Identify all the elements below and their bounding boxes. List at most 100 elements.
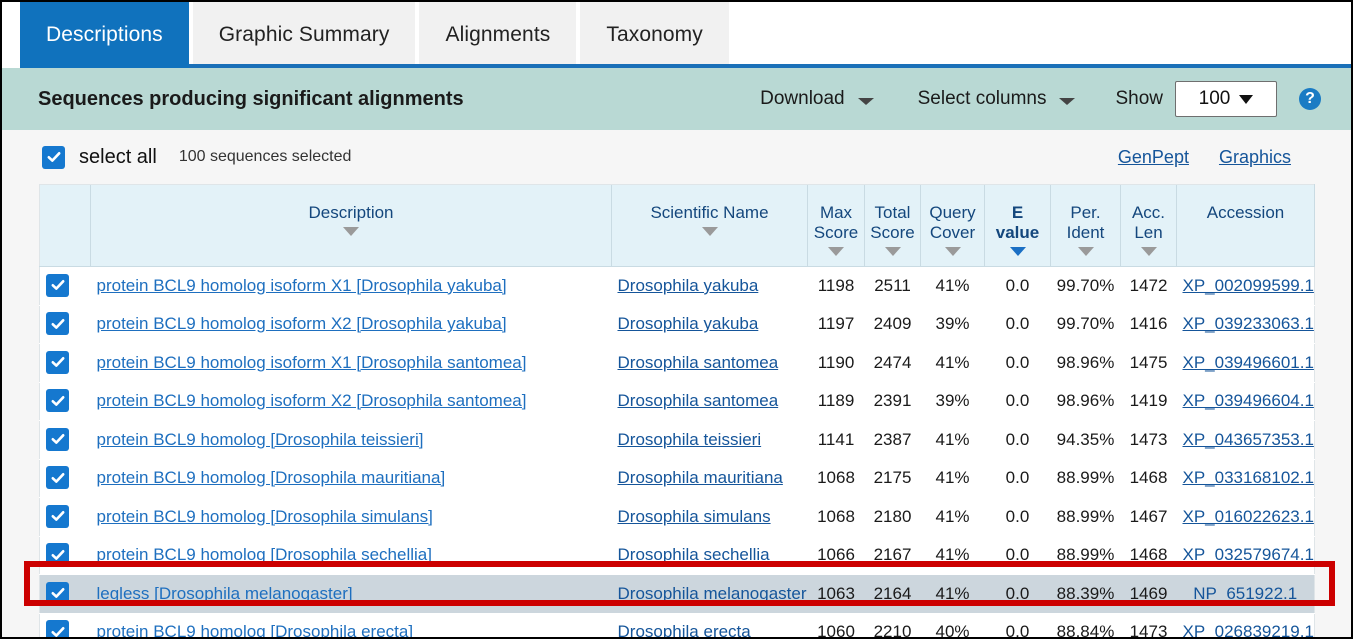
column-header-total-score[interactable]: Total Score [864,184,921,267]
tab-graphic-summary[interactable]: Graphic Summary [192,2,416,68]
row-acc-len: 1473 [1120,420,1177,460]
scientific-name-link[interactable]: Drosophila yakuba [618,314,759,333]
genpept-link[interactable]: GenPept [1118,147,1189,168]
scientific-name-link[interactable]: Drosophila simulans [618,507,771,526]
description-link[interactable]: protein BCL9 homolog [Drosophila sechell… [97,545,432,564]
row-checkbox[interactable] [46,350,69,374]
description-link[interactable]: protein BCL9 homolog [Drosophila erecta] [97,622,414,637]
accession-link[interactable]: XP_039496604.1 [1183,391,1314,410]
accession-link[interactable]: XP_039233063.1 [1183,314,1314,333]
description-link[interactable]: protein BCL9 homolog [Drosophila teissie… [97,430,424,449]
sort-descending-icon[interactable] [1140,247,1157,256]
sort-descending-icon[interactable] [701,227,718,236]
row-checkbox[interactable] [46,389,69,412]
table-row: protein BCL9 homolog isoform X1 [Drosoph… [39,343,1315,383]
description-link[interactable]: legless [Drosophila melanogaster] [97,584,353,603]
description-link[interactable]: protein BCL9 homolog [Drosophila simulan… [97,507,433,526]
scientific-name-link[interactable]: Drosophila sechellia [618,545,770,564]
row-checkbox[interactable] [46,504,69,528]
sort-descending-icon[interactable] [1077,247,1094,256]
select-columns-menu[interactable]: Select columns [896,88,1098,110]
row-checkbox-cell [39,536,91,575]
column-header-description[interactable]: Description [90,184,612,267]
row-max-score: 1060 [807,613,865,637]
table-row: legless [Drosophila melanogaster] Drosoph… [39,574,1315,614]
column-header-per-ident[interactable]: Per. Ident [1050,184,1121,267]
tab-descriptions[interactable]: Descriptions [20,2,189,68]
scientific-name-link[interactable]: Drosophila santomea [618,353,779,372]
row-e-value: 0.0 [984,305,1051,344]
column-header-max-score[interactable]: Max Score [807,184,865,267]
page-title: Sequences producing significant alignmen… [38,87,464,110]
row-scientific-name-cell: Drosophila mauritiana [611,459,808,498]
row-e-value: 0.0 [984,266,1051,306]
row-query-cover: 39% [920,382,985,421]
column-label: Scientific Name [650,203,769,222]
graphics-link[interactable]: Graphics [1219,147,1291,168]
row-accession-cell: XP_039496604.1 [1176,382,1315,421]
accession-link[interactable]: NP_651922.1 [1193,584,1297,603]
sort-descending-icon[interactable] [828,247,844,256]
row-checkbox[interactable] [46,312,69,335]
description-link[interactable]: protein BCL9 homolog isoform X1 [Drosoph… [97,276,507,295]
column-header-scientific-name[interactable]: Scientific Name [611,184,808,267]
row-scientific-name-cell: Drosophila erecta [611,613,808,637]
column-label-line2: Cover [929,223,976,242]
row-accession-cell: XP_002099599.1 [1176,266,1315,306]
scientific-name-link[interactable]: Drosophila mauritiana [618,468,783,487]
row-description-cell: protein BCL9 homolog isoform X1 [Drosoph… [90,266,612,306]
help-icon[interactable]: ? [1299,88,1321,110]
sort-descending-icon[interactable] [944,247,961,256]
column-header-e-value[interactable]: E value [984,184,1051,267]
row-per-ident: 99.70% [1050,305,1121,344]
results-table-container: Description Scientific Name Max Score To… [2,184,1351,637]
table-row: protein BCL9 homolog isoform X2 [Drosoph… [39,382,1315,421]
row-checkbox[interactable] [46,581,69,605]
row-query-cover: 41% [920,266,985,306]
select-all-checkbox[interactable] [42,145,65,169]
accession-link[interactable]: XP_039496601.1 [1183,353,1314,372]
row-acc-len: 1473 [1120,613,1177,637]
select-all-label: select all [79,145,157,168]
description-link[interactable]: protein BCL9 homolog isoform X2 [Drosoph… [97,391,527,410]
row-acc-len: 1419 [1120,382,1177,421]
row-total-score: 2210 [864,613,921,637]
accession-link[interactable]: XP_043657353.1 [1183,430,1314,449]
sort-descending-icon[interactable] [343,227,359,236]
accession-link[interactable]: XP_026839219.1 [1183,622,1314,637]
sort-descending-icon-active[interactable] [1009,247,1026,256]
accession-link[interactable]: XP_016022623.1 [1183,507,1314,526]
row-checkbox[interactable] [46,273,69,297]
row-description-cell: protein BCL9 homolog [Drosophila erecta] [90,613,612,637]
tab-alignments[interactable]: Alignments [419,2,577,68]
row-checkbox[interactable] [46,466,69,489]
row-checkbox[interactable] [46,427,69,451]
row-total-score: 2167 [864,536,921,575]
show-count-select[interactable]: 100 [1175,81,1277,117]
description-link[interactable]: protein BCL9 homolog isoform X1 [Drosoph… [97,353,527,372]
accession-link[interactable]: XP_032579674.1 [1183,545,1314,564]
row-e-value: 0.0 [984,497,1051,537]
scientific-name-link[interactable]: Drosophila teissieri [618,430,762,449]
show-count-value: 100 [1198,88,1231,109]
column-header-query-cover[interactable]: Query Cover [920,184,985,267]
scientific-name-link[interactable]: Drosophila erecta [618,622,751,637]
row-checkbox[interactable] [46,543,69,566]
scientific-name-link[interactable]: Drosophila santomea [618,391,779,410]
accession-link[interactable]: XP_002099599.1 [1183,276,1314,295]
tab-taxonomy[interactable]: Taxonomy [580,2,729,68]
description-link[interactable]: protein BCL9 homolog isoform X2 [Drosoph… [97,314,507,333]
scientific-name-link[interactable]: Drosophila melanogaster [618,584,807,603]
row-checkbox[interactable] [46,620,69,637]
column-header-acc-len[interactable]: Acc. Len [1120,184,1177,267]
accession-link[interactable]: XP_033168102.1 [1183,468,1314,487]
row-query-cover: 40% [920,613,985,637]
row-checkbox-cell [39,420,91,460]
download-menu[interactable]: Download [738,88,896,110]
column-label-line1: Acc. [1131,203,1166,222]
sort-descending-icon[interactable] [884,247,901,256]
row-per-ident: 98.96% [1050,382,1121,421]
result-tabs: Descriptions Graphic Summary Alignments … [2,2,1351,68]
description-link[interactable]: protein BCL9 homolog [Drosophila mauriti… [97,468,446,487]
scientific-name-link[interactable]: Drosophila yakuba [618,276,759,295]
